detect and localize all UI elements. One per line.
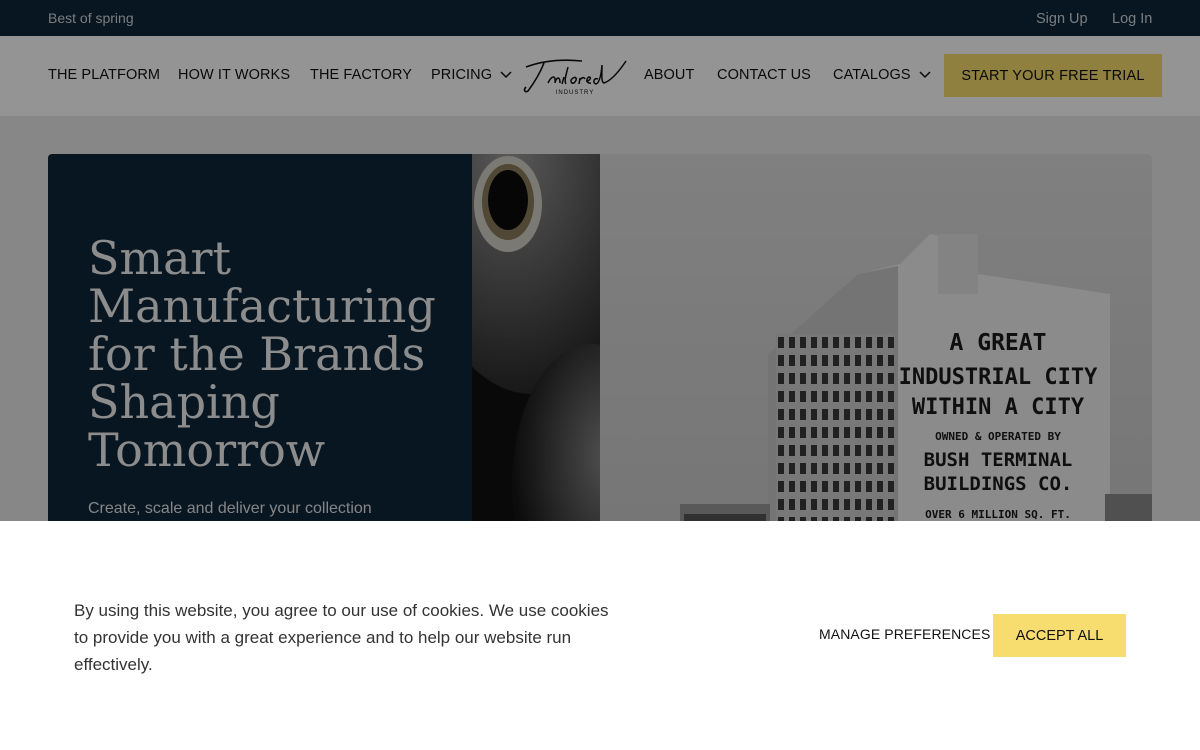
cookie-message: By using this website, you agree to our …	[74, 601, 609, 674]
accept-all-button[interactable]: ACCEPT ALL	[993, 614, 1126, 657]
manage-preferences-button[interactable]: MANAGE PREFERENCES	[819, 626, 990, 642]
cookie-banner: By using this website, you agree to our …	[0, 521, 1200, 750]
